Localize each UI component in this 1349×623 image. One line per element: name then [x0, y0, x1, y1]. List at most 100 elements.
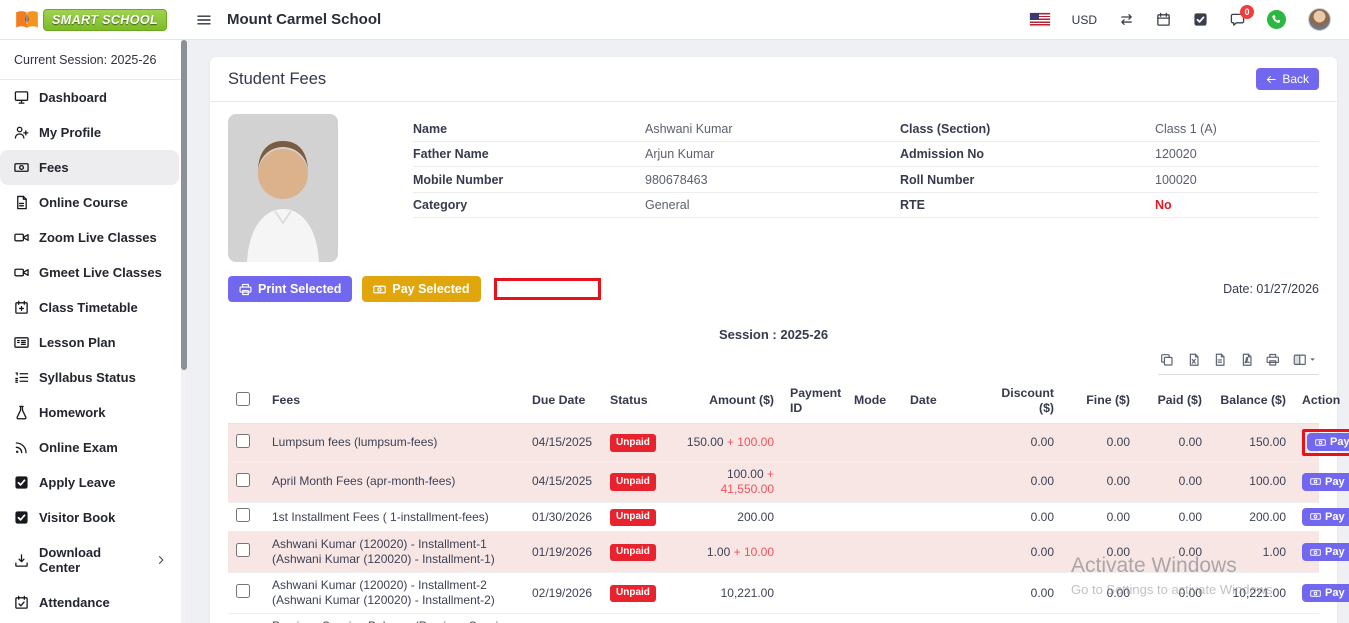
fine: 0.00 [1062, 573, 1138, 614]
sidebar-item-homework[interactable]: Homework [0, 395, 181, 430]
fine: 0.00 [1062, 532, 1138, 573]
sidebar-item-lesson-plan[interactable]: Lesson Plan [0, 325, 181, 360]
pay-button[interactable]: Pay [1302, 473, 1349, 491]
row-checkbox[interactable] [236, 543, 250, 557]
fine-amount: + 100.00 [727, 435, 774, 449]
table-row: 1st Installment Fees ( 1-installment-fee… [228, 502, 1319, 532]
balance: 100.00 [1210, 461, 1294, 502]
chevron-right-icon [155, 554, 167, 566]
paid: 0.00 [1138, 502, 1210, 532]
sidebar-item-dashboard[interactable]: Dashboard [0, 80, 181, 115]
mode [846, 614, 902, 623]
calendar-icon[interactable] [1156, 12, 1171, 27]
currency-exchange-icon[interactable] [1119, 12, 1134, 27]
sidebar-item-label: Download Center [39, 545, 145, 575]
user-avatar[interactable] [1308, 8, 1331, 31]
sidebar-item-label: Lesson Plan [39, 335, 116, 350]
sidebar-item-visitor-book[interactable]: Visitor Book [0, 500, 181, 535]
currency-label[interactable]: USD [1072, 13, 1097, 27]
select-all-checkbox[interactable] [236, 392, 250, 406]
col-header-fees[interactable]: Fees [264, 380, 524, 424]
table-row: April Month Fees (apr-month-fees) 04/15/… [228, 461, 1319, 502]
status-badge: Unpaid [610, 473, 656, 491]
sidebar-item-online-course[interactable]: Online Course [0, 185, 181, 220]
pay-button[interactable]: Pay [1302, 543, 1349, 561]
fine: 0.00 [1062, 614, 1138, 623]
red-annotation-pay: Pay [1302, 429, 1349, 456]
messages-button[interactable]: 0 [1230, 12, 1245, 27]
field-label: Category [413, 198, 645, 212]
excel-export-icon[interactable] [1187, 353, 1201, 367]
status-badge: Unpaid [610, 585, 656, 603]
printer-icon [239, 283, 252, 296]
sidebar-item-fees[interactable]: Fees [0, 150, 179, 185]
col-header-mode[interactable]: Mode [846, 380, 902, 424]
sidebar-item-syllabus-status[interactable]: Syllabus Status [0, 360, 181, 395]
row-checkbox[interactable] [236, 434, 250, 448]
sidebar-item-download-center[interactable]: Download Center [0, 535, 181, 585]
fee-name: April Month Fees (apr-month-fees) [264, 461, 524, 502]
paid: 0.00 [1138, 573, 1210, 614]
field-label: Admission No [900, 147, 1155, 161]
page-title: Student Fees [228, 70, 326, 89]
row-checkbox[interactable] [236, 473, 250, 487]
sidebar-item-label: Visitor Book [39, 510, 115, 525]
rss-icon [14, 440, 29, 455]
pdf-export-icon[interactable] [1240, 353, 1254, 367]
row-checkbox[interactable] [236, 584, 250, 598]
student-photo [228, 114, 338, 262]
monitor-icon [14, 90, 29, 105]
payment-id [782, 532, 846, 573]
col-header-date[interactable]: Date [902, 380, 976, 424]
fees-table: Fees Due Date Status Amount ($) Payment … [228, 380, 1319, 623]
mode [846, 424, 902, 462]
calendar-plus-icon [14, 300, 29, 315]
row-checkbox[interactable] [236, 508, 250, 522]
pay-button[interactable]: Pay [1302, 508, 1349, 526]
whatsapp-icon[interactable] [1267, 10, 1286, 29]
col-header-paid[interactable]: Paid ($) [1138, 380, 1210, 424]
detail-row: Father Name Arjun Kumar Admission No 120… [413, 142, 1319, 168]
col-header-payment-id[interactable]: Payment ID [782, 380, 846, 424]
sidebar-item-my-profile[interactable]: My Profile [0, 115, 181, 150]
sidebar-item-label: Dashboard [39, 90, 107, 105]
sidebar-item-apply-leave[interactable]: Apply Leave [0, 465, 181, 500]
print-export-icon[interactable] [1266, 353, 1280, 367]
csv-export-icon[interactable] [1213, 353, 1227, 367]
copy-export-icon[interactable] [1160, 353, 1174, 367]
menu-icon [196, 12, 212, 28]
check-square-icon [14, 475, 29, 490]
print-selected-button[interactable]: Print Selected [228, 276, 352, 302]
col-header-fine[interactable]: Fine ($) [1062, 380, 1138, 424]
field-label: Roll Number [900, 173, 1155, 187]
field-label: Mobile Number [413, 173, 645, 187]
discount: 0.00 [976, 424, 1062, 462]
sidebar-item-label: Online Course [39, 195, 128, 210]
col-header-discount[interactable]: Discount ($) [976, 380, 1062, 424]
pay-button[interactable]: Pay [1302, 584, 1349, 602]
arrow-left-icon [1266, 74, 1277, 85]
col-header-balance[interactable]: Balance ($) [1210, 380, 1294, 424]
column-visibility-icon[interactable] [1293, 353, 1318, 367]
flask-icon [14, 405, 29, 420]
us-flag-icon[interactable] [1030, 13, 1050, 26]
sidebar-item-class-timetable[interactable]: Class Timetable [0, 290, 181, 325]
sidebar-item-attendance[interactable]: Attendance [0, 585, 181, 620]
pay-selected-button[interactable]: Pay Selected [362, 276, 480, 302]
sidebar-item-online-exam[interactable]: Online Exam [0, 430, 181, 465]
sidebar-item-gmeet-live-classes[interactable]: Gmeet Live Classes [0, 255, 181, 290]
task-icon[interactable] [1193, 12, 1208, 27]
col-header-due-date[interactable]: Due Date [524, 380, 602, 424]
sidebar-item-zoom-live-classes[interactable]: Zoom Live Classes [0, 220, 181, 255]
balance: 1.00 [1210, 614, 1294, 623]
col-header-status[interactable]: Status [602, 380, 676, 424]
fine: 0.00 [1062, 424, 1138, 462]
current-date-label: Date: 01/27/2026 [1223, 282, 1319, 296]
col-header-amount[interactable]: Amount ($) [676, 380, 782, 424]
pay-button[interactable]: Pay [1307, 433, 1349, 451]
sidebar-toggle-button[interactable] [196, 12, 212, 28]
back-button[interactable]: Back [1256, 68, 1319, 90]
cash-icon [14, 160, 29, 175]
app-logo[interactable]: SMART SCHOOL [0, 0, 181, 39]
smart-school-book-icon [14, 9, 40, 31]
